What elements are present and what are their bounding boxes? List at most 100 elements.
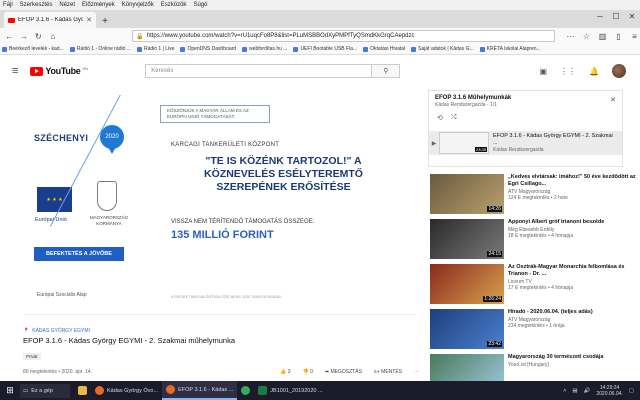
menu-tools[interactable]: Eszközök [161, 2, 187, 8]
bookmark-item[interactable]: Saját adatok | Kádas G... [411, 46, 474, 52]
volume-icon[interactable]: 🔊 [584, 388, 591, 394]
more-icon[interactable]: ⋯ [565, 31, 576, 42]
bookmark-favicon-icon [136, 46, 142, 52]
close-tab-icon[interactable]: ✕ [86, 16, 92, 24]
network-icon[interactable]: ▤ [572, 388, 577, 394]
bookmark-item[interactable]: Beérkező levelek - kad... [2, 46, 64, 52]
channel-tag[interactable]: 📍 KÁDAS GYÖRGY EGYMI [23, 328, 419, 334]
recommendation-meta: 18 E megtekintés • 4 hónapja [508, 233, 574, 239]
recommendation-meta: 17 E megtekintés • 4 hónapja [508, 285, 574, 291]
taskbar-excel-window[interactable]: JB1001_20192020 ... [254, 381, 326, 400]
youtube-wordmark: YouTube [45, 66, 81, 76]
duration: 23:42 [487, 341, 502, 347]
minimize-icon[interactable]: ─ [592, 10, 608, 22]
taskbar-chrome-icon[interactable] [237, 381, 254, 400]
fine-print: A PROJEKT MEGVALÓSÍTÁSA SZÉCHENYI 2020 T… [171, 295, 282, 299]
playlist-subtitle: Kádas Rendszergazda - 1/1 [435, 102, 497, 108]
bookmark-item[interactable]: KRÉTA Iskolai Alapren... [479, 46, 541, 52]
bookmark-item[interactable]: Rádió 1 - Online rádió ... [69, 46, 131, 52]
share-icon: ➦ [324, 369, 330, 375]
more-actions-icon[interactable]: ⋯ [414, 369, 419, 375]
windows-start-icon[interactable]: ⊞ [0, 381, 20, 400]
notifications-bell-icon[interactable]: 🔔 [589, 67, 599, 76]
url-text: https://www.youtube.com/watch?v=rU1uqcFo… [146, 33, 415, 39]
recommendation-item[interactable]: 1:26:24 Az Osztrák-Magyar Monarchia felb… [430, 264, 640, 306]
search-button[interactable]: ⚲ [372, 64, 401, 78]
menu-bookmarks[interactable]: Könyvjelzők [122, 2, 154, 8]
recommendation-item[interactable]: 23:42 Híradó - 2020.06.04. (teljes adás)… [430, 309, 640, 351]
guide-menu-icon[interactable]: ≡ [12, 65, 18, 77]
recommendation-title: Az Osztrák-Magyar Monarchia felbomlása é… [508, 264, 625, 277]
lock-icon: 🔒 [136, 33, 144, 40]
menu-history[interactable]: Előzmények [82, 2, 115, 8]
clock[interactable]: 14:29:24 2020.06.04. [596, 385, 622, 397]
bookmark-favicon-icon [411, 46, 417, 52]
search-input[interactable]: Keresés [145, 64, 373, 78]
home-icon[interactable]: ⌂ [48, 31, 59, 42]
bookmark-favicon-icon [2, 46, 7, 52]
recommendation-thumbnail: 1:26:24 [430, 264, 504, 304]
new-tab-button[interactable]: + [98, 14, 112, 28]
view-count: 80 megtekintés • 2020. ápr. 14. [23, 369, 93, 375]
privacy-badge: Privát [23, 353, 41, 360]
recommendation-title: „Kedves elvtársak: imához!" 50 éve kezdő… [508, 174, 636, 187]
taskbar-youtube-window[interactable]: EFOP 3.1.6 - Kádas ... [162, 381, 238, 400]
bookmark-item[interactable]: UEFI Bootable USB Fla... [293, 46, 357, 52]
bookmark-item[interactable]: OpenDNS Dashboard [180, 46, 236, 52]
create-video-icon[interactable]: ▣ [539, 67, 547, 76]
forward-icon[interactable]: → [19, 31, 30, 42]
taskbar-explorer-icon[interactable] [74, 381, 91, 400]
recommendation-channel: YourList [Hungary] [508, 362, 549, 368]
location-pin-icon: 📍 [23, 328, 30, 334]
duration: 1:26:24 [483, 296, 502, 302]
playlist-add-icon: ≡+ [373, 369, 380, 375]
save-button[interactable]: ≡+ MENTÉS [374, 369, 402, 375]
library-icon[interactable]: ▥ [597, 31, 608, 42]
tab-youtube[interactable]: EFOP 3.1.6 - Kádas György E... ✕ [4, 12, 96, 28]
video-title: EFOP 3.1.6 - Kádas György EGYMI - 2. Sza… [23, 336, 236, 345]
video-player[interactable]: SZÉCHENYI 2020 ★ ★ ★ Európai Unió MAGYAR… [25, 95, 417, 315]
support-amount: 135 MILLIÓ FORINT [171, 229, 274, 241]
menu-edit[interactable]: Szerkesztés [20, 2, 53, 8]
close-window-icon[interactable]: ✕ [624, 10, 640, 22]
url-bar[interactable]: 🔒 https://www.youtube.com/watch?v=rU1uqc… [132, 30, 555, 42]
notification-center-icon[interactable]: ▢ [629, 388, 634, 394]
recommendation-item[interactable]: 14:26 „Kedves elvtársak: imához!" 50 éve… [430, 174, 640, 216]
taskbar: ⊞ ▭ Ez a gép Kádas György Óvo... EFOP 3.… [0, 381, 640, 400]
menu-view[interactable]: Nézet [59, 2, 75, 8]
recommendation-title: Magyarország 30 természeti csodája [508, 354, 604, 360]
bookmark-star-icon[interactable]: ☆ [581, 31, 592, 42]
like-button[interactable]: 👍 3 [280, 369, 290, 375]
menu-help[interactable]: Súgó [193, 2, 207, 8]
avatar[interactable] [612, 64, 626, 78]
playlist-title[interactable]: EFOP 3.1.6 Műhelymunkák [435, 95, 616, 101]
taskbar-search[interactable]: ▭ Ez a gép [20, 383, 70, 398]
back-icon[interactable]: ← [4, 31, 15, 42]
bookmark-favicon-icon [69, 46, 75, 52]
shuffle-icon[interactable]: ⤮ [451, 114, 457, 122]
taskbar-firefox-window[interactable]: Kádas György Óvo... [91, 381, 162, 400]
youtube-logo[interactable]: YouTube HU [30, 66, 88, 76]
playlist-thumbnail: 23:35 [439, 132, 489, 154]
bookmark-item[interactable]: Rádió 1 | Live [136, 46, 174, 52]
government-label: MAGYARORSZÁG KORMÁNYA [89, 215, 129, 226]
menu-icon[interactable]: ≡ [629, 31, 640, 42]
dislike-button[interactable]: 👎 0 [303, 369, 313, 375]
maximize-icon[interactable]: ☐ [608, 10, 624, 22]
share-button[interactable]: ➦ MEGOSZTÁS [325, 369, 362, 375]
menu-file[interactable]: Fájl [3, 2, 13, 8]
brand-panel: SZÉCHENYI 2020 ★ ★ ★ Európai Unió MAGYAR… [25, 95, 145, 314]
apps-grid-icon[interactable]: ⋮⋮ [560, 67, 576, 76]
eu-flag-icon: ★ ★ ★ [37, 187, 72, 212]
close-playlist-icon[interactable]: ✕ [610, 96, 616, 104]
tray-chevron-icon[interactable]: ˄ [563, 388, 566, 394]
thumbs-down-icon: 👎 [302, 369, 309, 375]
playlist-item[interactable]: ▶ 23:35 EFOP 3.1.6 - Kádas György EGYMI … [429, 131, 622, 155]
bookmark-item[interactable]: Oktatási Hivatal [363, 46, 405, 52]
szechenyi-2020-logo: 2020 [100, 125, 124, 154]
loop-icon[interactable]: ⟲ [437, 114, 443, 122]
bookmark-item[interactable]: webfordítas.hu ... [242, 46, 287, 52]
reload-icon[interactable]: ↻ [33, 31, 44, 42]
recommendation-item[interactable]: 24:15 Apponyi Albert gróf trianoni beszé… [430, 219, 640, 261]
sidebar-icon[interactable]: ▯ [613, 31, 624, 42]
